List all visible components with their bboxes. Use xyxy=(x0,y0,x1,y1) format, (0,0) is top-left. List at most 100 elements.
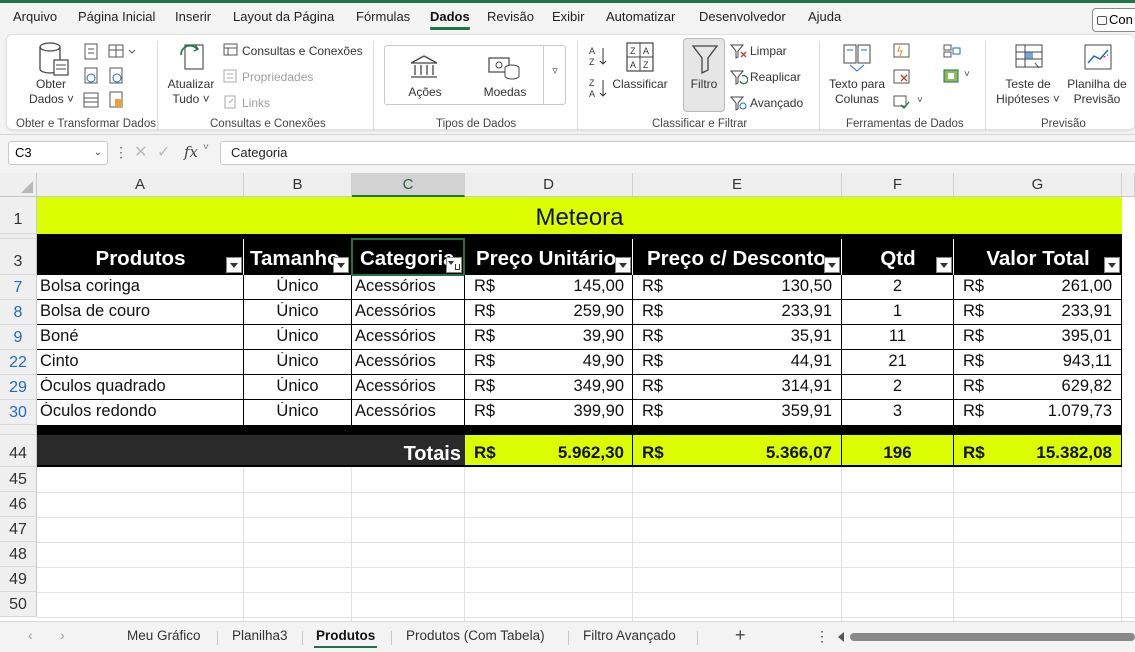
menu-layout[interactable]: Layout da Página xyxy=(233,9,334,24)
cell-preco[interactable]: 39,90 xyxy=(520,327,624,346)
remove-duplicates-icon[interactable] xyxy=(893,69,911,85)
cell-desconto[interactable]: 314,91 xyxy=(700,377,832,396)
sort-za-icon[interactable]: ZA xyxy=(588,77,610,99)
cell-total[interactable]: 261,00 xyxy=(1000,277,1112,296)
name-box[interactable]: C3 ⌄ xyxy=(8,141,108,165)
chevron-down-icon[interactable]: ˅ xyxy=(203,142,209,153)
column-header-c[interactable]: C xyxy=(352,173,465,197)
relationships-icon[interactable] xyxy=(943,67,961,85)
confirm-icon[interactable]: ✓ xyxy=(157,142,170,162)
cell-tamanho[interactable]: Único xyxy=(244,327,351,346)
cell-produto[interactable]: Cinto xyxy=(40,352,240,371)
total-desconto[interactable]: 5.366,07 xyxy=(700,443,832,463)
cell-desconto[interactable]: 35,91 xyxy=(700,327,832,346)
sheet-tab-meu-grafico[interactable]: Meu Gráfico xyxy=(127,628,201,643)
total-qtd[interactable]: 196 xyxy=(842,443,953,463)
filter-dropdown-tamanho[interactable] xyxy=(333,257,349,273)
column-header-g[interactable]: G xyxy=(954,173,1122,197)
existing-conn-icon[interactable] xyxy=(82,91,100,109)
filter-dropdown-categoria[interactable] xyxy=(446,257,462,273)
header-valor-total[interactable]: Valor Total xyxy=(954,239,1122,275)
cell-qtd[interactable]: 2 xyxy=(842,377,953,396)
row-header-49[interactable]: 49 xyxy=(0,567,37,592)
row-header-46[interactable]: 46 xyxy=(0,492,37,517)
forecast-sheet-button[interactable]: Planilha de Previsão xyxy=(1065,77,1129,107)
chevron-down-icon[interactable]: ⌄ xyxy=(94,142,102,164)
cell-categoria[interactable]: Acessórios xyxy=(355,352,463,371)
menu-automatizar[interactable]: Automatizar xyxy=(606,9,675,24)
more-options-icon[interactable]: ⋮ xyxy=(114,144,128,161)
cell-total[interactable]: 1.079,73 xyxy=(1000,402,1112,421)
column-header-b[interactable]: B xyxy=(244,173,352,197)
filter-dropdown-qtd[interactable] xyxy=(936,257,952,273)
validation-dropdown-icon[interactable]: ˅ xyxy=(917,95,923,106)
row-header-8[interactable]: 8 xyxy=(0,300,37,325)
consolidate-icon[interactable] xyxy=(943,43,961,59)
cell-categoria[interactable]: Acessórios xyxy=(355,277,463,296)
column-header-d[interactable]: D xyxy=(465,173,633,197)
menu-arquivo[interactable]: Arquivo xyxy=(13,9,57,24)
row-header-48[interactable]: 48 xyxy=(0,542,37,567)
sheet-tab-produtos-com-tabela[interactable]: Produtos (Com Tabela) xyxy=(406,628,545,643)
sheet-tab-filtro-avancado[interactable]: Filtro Avançado xyxy=(583,628,676,643)
cell-tamanho[interactable]: Único xyxy=(244,277,351,296)
header-preco-unitario[interactable]: Preço Unitário xyxy=(465,239,633,275)
menu-formulas[interactable]: Fórmulas xyxy=(356,9,410,24)
reapply-button[interactable]: Reaplicar xyxy=(750,70,801,85)
column-header-f[interactable]: F xyxy=(842,173,954,197)
from-text-icon[interactable] xyxy=(82,43,100,61)
row-header-9[interactable]: 9 xyxy=(0,325,37,350)
recent-sources-icon[interactable] xyxy=(107,67,125,85)
menu-dados[interactable]: Dados xyxy=(430,9,470,30)
from-table-icon[interactable] xyxy=(107,43,137,61)
cell-qtd[interactable]: 11 xyxy=(842,327,953,346)
header-produtos[interactable]: Produtos xyxy=(37,239,244,275)
cell-desconto[interactable]: 359,91 xyxy=(700,402,832,421)
cell-preco[interactable]: 145,00 xyxy=(520,277,624,296)
sort-az-icon[interactable]: AZ xyxy=(588,45,610,67)
menu-pagina-inicial[interactable]: Página Inicial xyxy=(78,9,155,24)
row-header-22[interactable]: 22 xyxy=(0,350,37,375)
text-to-columns-button[interactable]: Texto para Colunas xyxy=(827,77,887,107)
chevron-left-icon[interactable]: ‹ xyxy=(28,627,33,643)
row-header-7[interactable]: 7 xyxy=(0,275,37,300)
cell-produto[interactable]: Óculos redondo xyxy=(40,402,240,421)
cell-total[interactable]: 233,91 xyxy=(1000,302,1112,321)
cell-qtd[interactable]: 1 xyxy=(842,302,953,321)
cell-preco[interactable]: 399,90 xyxy=(520,402,624,421)
menu-revisao[interactable]: Revisão xyxy=(487,9,534,24)
queries-connections-button[interactable]: Consultas e Conexões xyxy=(242,44,363,59)
cell-categoria[interactable]: Acessórios xyxy=(355,402,463,421)
filter-dropdown-produtos[interactable] xyxy=(226,257,242,273)
sheet-tab-planilha3[interactable]: Planilha3 xyxy=(232,628,288,643)
cell-categoria[interactable]: Acessórios xyxy=(355,302,463,321)
cell-qtd[interactable]: 3 xyxy=(842,402,953,421)
total-valor[interactable]: 15.382,08 xyxy=(1000,443,1112,463)
cancel-icon[interactable]: ✕ xyxy=(134,142,147,162)
column-header-e[interactable]: E xyxy=(633,173,842,197)
cell-tamanho[interactable]: Único xyxy=(244,377,351,396)
menu-ajuda[interactable]: Ajuda xyxy=(808,9,841,24)
properties-button[interactable]: Propriedades xyxy=(242,70,313,85)
menu-desenvolvedor[interactable]: Desenvolvedor xyxy=(699,9,786,24)
cell-total[interactable]: 943,11 xyxy=(1000,352,1112,371)
cell-tamanho[interactable]: Único xyxy=(244,402,351,421)
cell-produto[interactable]: Boné xyxy=(40,327,240,346)
sheet-tab-produtos[interactable]: Produtos xyxy=(313,628,378,648)
currencies-button[interactable]: Moedas xyxy=(483,85,527,100)
row-header-3[interactable]: 3 xyxy=(0,239,37,275)
cell-desconto[interactable]: 44,91 xyxy=(700,352,832,371)
more-options-icon[interactable]: ⋮ xyxy=(815,628,829,645)
column-header-a[interactable]: A xyxy=(37,173,244,197)
cell-tamanho[interactable]: Único xyxy=(244,352,351,371)
advanced-button[interactable]: Avançado xyxy=(750,96,803,111)
cell-total[interactable]: 629,82 xyxy=(1000,377,1112,396)
comments-button[interactable]: Con xyxy=(1092,8,1135,32)
add-sheet-button[interactable]: + xyxy=(735,625,746,646)
header-preco-desconto[interactable]: Preço c/ Desconto xyxy=(633,239,842,275)
what-if-button[interactable]: Teste de Hipóteses ˅ xyxy=(995,77,1061,107)
filter-dropdown-desconto[interactable] xyxy=(824,257,840,273)
row-header-30[interactable]: 30 xyxy=(0,400,37,425)
row-header-29[interactable]: 29 xyxy=(0,375,37,400)
chevron-right-icon[interactable]: › xyxy=(60,627,65,643)
